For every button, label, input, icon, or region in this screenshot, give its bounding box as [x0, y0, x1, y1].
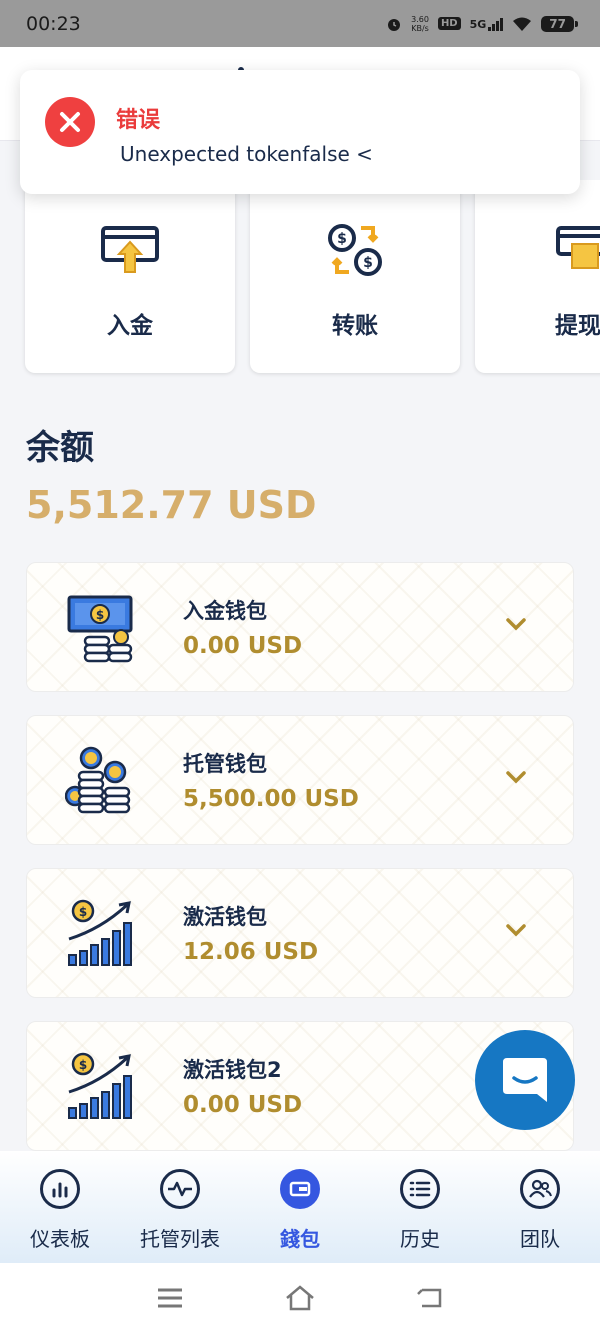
- nav-label: 錢包: [280, 1227, 320, 1251]
- chevron-down-icon[interactable]: [505, 770, 527, 784]
- coins-stack-icon: [65, 746, 131, 814]
- svg-text:$: $: [96, 608, 104, 622]
- net-speed: 3.60 KB/s: [411, 14, 429, 33]
- close-icon: [45, 97, 95, 147]
- wallet-amount: 0.00 USD: [183, 1092, 303, 1118]
- transfer-icon: $ $: [328, 224, 382, 276]
- signal-icon: [488, 17, 504, 31]
- nav-label: 托管列表: [140, 1227, 220, 1251]
- nav-item-custody-list[interactable]: 托管列表: [120, 1151, 240, 1263]
- battery-indicator: 77: [541, 15, 578, 32]
- dashboard-icon: [40, 1169, 80, 1209]
- network-type: 5G: [470, 17, 504, 31]
- bottom-nav: 仪表板 托管列表 錢包 历史 团队: [0, 1151, 600, 1263]
- pulse-icon: [160, 1169, 200, 1209]
- wallet-name: 激活钱包: [183, 905, 267, 929]
- system-nav: [0, 1263, 600, 1333]
- transfer-label: 转账: [332, 313, 378, 339]
- quick-actions: 入金 $ $ 转账 提现: [0, 180, 600, 380]
- home-icon[interactable]: [284, 1285, 316, 1311]
- alarm-icon: [388, 18, 401, 31]
- wallet-name: 激活钱包2: [183, 1058, 282, 1082]
- wallet-name: 入金钱包: [183, 599, 267, 623]
- nav-label: 团队: [520, 1227, 560, 1251]
- chevron-down-icon[interactable]: [505, 923, 527, 937]
- balance-amount: 5,512.77 USD: [26, 483, 317, 527]
- svg-text:$: $: [337, 231, 347, 247]
- wallet-amount: 0.00 USD: [183, 633, 303, 659]
- balance-title: 余额: [26, 428, 94, 468]
- list-icon: [400, 1169, 440, 1209]
- toast-title: 错误: [116, 108, 161, 133]
- deposit-button[interactable]: 入金: [25, 180, 235, 373]
- wallet-card-deposit[interactable]: $ 入金钱包 0.00 USD: [26, 562, 574, 692]
- status-bar: 00:23 3.60 KB/s HD 5G 77: [0, 0, 600, 47]
- toast-message: Unexpected tokenfalse <: [120, 142, 373, 166]
- status-icons: 3.60 KB/s HD 5G 77: [386, 14, 578, 33]
- wifi-icon: [513, 17, 532, 31]
- transfer-button[interactable]: $ $ 转账: [250, 180, 460, 373]
- withdraw-label: 提现: [555, 313, 600, 339]
- wallet-card-custody[interactable]: 托管钱包 5,500.00 USD: [26, 715, 574, 845]
- error-toast[interactable]: 错误 Unexpected tokenfalse <: [20, 70, 580, 194]
- chat-button[interactable]: [475, 1030, 575, 1130]
- growth-chart-icon: $: [68, 1052, 132, 1119]
- wallet-card-activation[interactable]: $ 激活钱包 12.06 USD: [26, 868, 574, 998]
- back-icon[interactable]: [416, 1286, 444, 1310]
- svg-text:$: $: [363, 255, 373, 271]
- growth-chart-icon: $: [68, 899, 132, 966]
- wallet-icon: [280, 1169, 320, 1209]
- nav-item-dashboard[interactable]: 仪表板: [0, 1151, 120, 1263]
- withdraw-icon: [556, 226, 600, 269]
- team-icon: [520, 1169, 560, 1209]
- wallet-amount: 5,500.00 USD: [183, 786, 359, 812]
- chevron-down-icon[interactable]: [505, 617, 527, 631]
- nav-item-team[interactable]: 团队: [480, 1151, 600, 1263]
- menu-icon[interactable]: [156, 1287, 184, 1309]
- wallet-name: 托管钱包: [183, 752, 267, 776]
- cash-icon: $: [67, 595, 133, 663]
- wallet-amount: 12.06 USD: [183, 939, 319, 965]
- hd-badge: HD: [437, 17, 461, 30]
- status-time: 00:23: [26, 12, 81, 35]
- nav-item-wallet[interactable]: 錢包: [240, 1151, 360, 1263]
- svg-text:$: $: [79, 905, 87, 919]
- withdraw-button[interactable]: 提现: [475, 180, 600, 373]
- svg-text:$: $: [79, 1058, 87, 1072]
- deposit-label: 入金: [107, 313, 153, 339]
- chat-icon: [503, 1058, 547, 1102]
- nav-item-history[interactable]: 历史: [360, 1151, 480, 1263]
- deposit-icon: [101, 226, 159, 273]
- nav-label: 历史: [400, 1227, 440, 1251]
- nav-label: 仪表板: [30, 1227, 90, 1251]
